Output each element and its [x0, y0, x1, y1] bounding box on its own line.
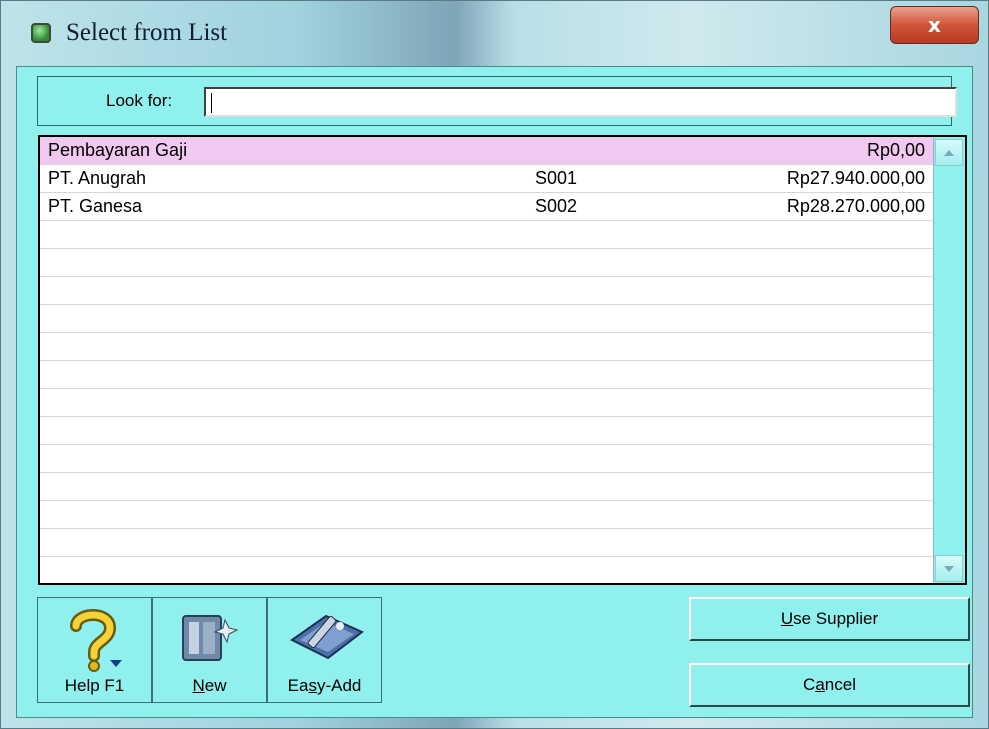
search-panel: Look for: — [37, 76, 957, 126]
dialog-body: Look for: Pembayaran Gaji Rp0,00 PT. Anugr… — [16, 66, 973, 718]
empty-row — [40, 389, 933, 417]
scroll-down-button[interactable] — [935, 555, 963, 582]
new-document-icon — [182, 615, 239, 661]
vertical-scrollbar[interactable] — [933, 137, 965, 583]
empty-row — [40, 305, 933, 333]
use-supplier-label: Use Supplier — [780, 609, 879, 628]
empty-row — [40, 445, 933, 473]
empty-row — [40, 473, 933, 501]
table-row[interactable]: PT. Ganesa S002 Rp28.270.000,00 — [40, 193, 933, 221]
scroll-down-arrow-icon — [944, 565, 954, 572]
window-title: Select from List — [66, 19, 228, 46]
close-button[interactable]: x — [890, 6, 979, 44]
text-caret — [211, 93, 212, 113]
empty-row — [40, 557, 933, 583]
supplier-list[interactable]: Pembayaran Gaji Rp0,00 PT. Anugrah S001 Rp27… — [38, 135, 967, 585]
row-name-cell: Pembayaran Gaji — [48, 140, 188, 160]
row-amount-cell: Rp0,00 — [866, 140, 925, 160]
empty-row — [40, 221, 933, 249]
cancel-button[interactable]: Cancel — [689, 663, 970, 707]
search-input[interactable] — [204, 87, 957, 117]
row-amount-cell: Rp28.270.000,00 — [786, 196, 925, 216]
help-question-icon — [70, 609, 122, 672]
row-code-cell: S001 — [535, 168, 578, 188]
easy-add-button[interactable]: Easy-Add — [267, 597, 382, 703]
empty-row — [40, 501, 933, 529]
row-code-cell: S002 — [535, 196, 578, 216]
row-amount-cell: Rp27.940.000,00 — [786, 168, 925, 188]
row-name-cell: PT. Ganesa — [48, 196, 143, 216]
easy-add-button-label: Easy-Add — [287, 676, 362, 695]
app-icon — [31, 23, 51, 43]
empty-row — [40, 417, 933, 445]
row-name-cell: PT. Anugrah — [48, 168, 147, 188]
empty-row — [40, 361, 933, 389]
help-button[interactable]: Help F1 — [37, 597, 152, 703]
title-bar[interactable]: Select from List x — [1, 1, 988, 65]
close-icon: x — [928, 13, 941, 37]
empty-row — [40, 333, 933, 361]
new-button[interactable]: New — [152, 597, 267, 703]
scroll-up-button[interactable] — [935, 139, 963, 166]
cancel-label: Cancel — [803, 675, 856, 694]
search-label: Look for: — [106, 91, 173, 110]
help-button-label: Help F1 — [64, 676, 125, 695]
table-row[interactable]: PT. Anugrah S001 Rp27.940.000,00 — [40, 165, 933, 193]
easy-add-tool-icon — [290, 614, 364, 660]
empty-row — [40, 249, 933, 277]
dialog-window: Select from List x Look for: Pembayaran … — [0, 0, 989, 729]
empty-row — [40, 277, 933, 305]
new-button-label: New — [192, 676, 227, 695]
use-supplier-button[interactable]: Use Supplier — [689, 597, 970, 641]
scroll-up-arrow-icon — [944, 149, 954, 156]
table-row[interactable]: Pembayaran Gaji Rp0,00 — [40, 137, 933, 165]
empty-row — [40, 529, 933, 557]
